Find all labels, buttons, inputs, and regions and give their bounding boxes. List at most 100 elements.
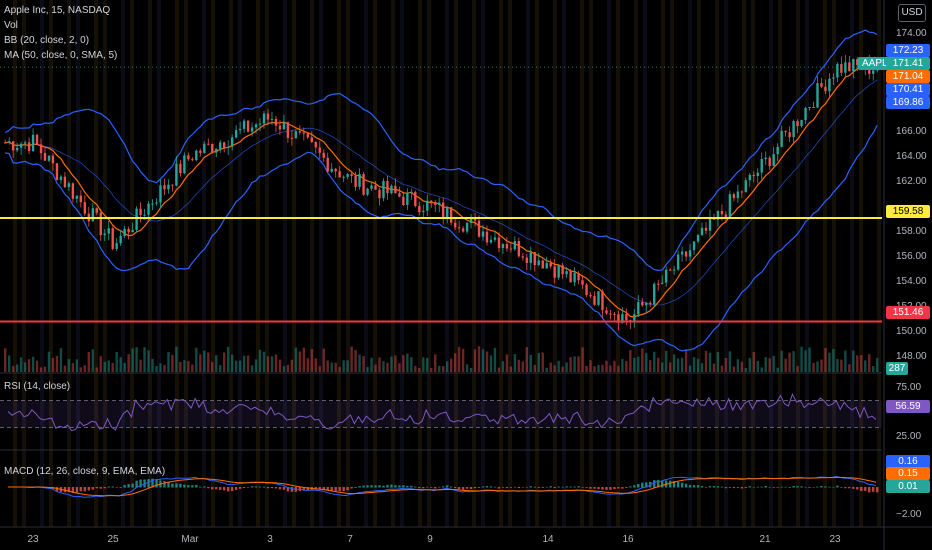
candle-body [322,152,325,158]
candle-body [453,222,457,228]
candle-body [242,120,246,129]
session-band [292,0,296,527]
candle-body [438,202,441,205]
volume-bar [804,350,807,372]
volume-bar [477,346,481,372]
candle-body [577,273,580,281]
macd-histogram-bar [426,486,429,488]
candle-body [262,113,266,124]
macd-histogram-bar [461,487,465,490]
volume-legend: Vol [4,20,18,31]
volume-tag: 287 [886,362,908,375]
candle-body [175,163,178,186]
session-band [13,0,17,527]
candle-body [569,271,572,283]
volume-bar [163,365,166,372]
macd-histogram-bar [91,487,94,490]
macd-histogram-bar [573,486,576,488]
candle-body [509,248,513,250]
macd-histogram-bar [195,484,198,488]
macd-histogram-bar [704,487,708,488]
volume-bar [756,360,759,372]
candle-body [672,269,676,271]
candle-body [481,231,485,237]
volume-bar [430,367,433,372]
macd-histogram-bar [334,487,337,492]
volume-bar [657,357,660,372]
candle-body [613,313,616,315]
volume-bar [752,352,755,372]
volume-bar [398,363,401,372]
candle-body [780,130,783,147]
candle-body [553,266,556,278]
candle-body [740,191,744,193]
macd-histogram-bar [597,487,600,490]
candle-body [601,291,604,311]
candle-body [708,217,712,231]
macd-histogram-bar [868,487,871,493]
macd-histogram-bar [215,487,218,490]
volume-bar [537,353,540,372]
candle-body [115,243,118,249]
session-band [697,0,701,527]
macd-histogram-bar [800,486,803,488]
macd-histogram-bar [203,486,206,488]
volume-bar [322,348,325,372]
volume-bar [67,359,71,372]
session-band [175,0,179,527]
volume-bar [370,357,373,372]
session-band [310,0,314,527]
macd-histogram-bar [676,481,680,488]
candle-body [808,107,811,109]
volume-bar [139,359,142,372]
macd-histogram-bar [366,485,369,488]
volume-bar [840,359,843,372]
candle-body [593,296,596,305]
candle-body [366,188,369,195]
candle-body [139,208,142,216]
volume-bar [262,351,266,372]
candle-body [410,191,413,193]
volume-bar [75,359,79,372]
volume-bar [155,366,158,372]
candle-body [661,282,664,284]
volume-bar [442,366,445,372]
candle-body [179,163,182,174]
macd-histogram-bar [760,486,763,488]
volume-bar [330,362,333,372]
candle-body [784,130,787,133]
volume-bar [868,354,871,372]
candle-body [7,141,11,143]
red-line-tag: 151.46 [886,306,930,319]
session-band [364,0,368,527]
macd-histogram-bar [501,487,505,488]
macd-histogram-bar [270,487,274,489]
candle-body [434,202,437,205]
volume-bar [649,360,652,372]
volume-bar [585,366,588,372]
candle-body [557,265,560,278]
volume-bar [700,363,704,372]
candle-body [430,200,433,203]
volume-bar [633,357,636,372]
macd-histogram-bar [183,484,186,488]
candle-body [215,148,218,153]
currency-button[interactable]: USD [898,4,926,22]
macd-tick: −2.00 [896,509,922,520]
bb-upper-tag: 172.23 [886,44,930,57]
volume-bar [123,362,126,372]
volume-bar [179,361,182,372]
macd-histogram-bar [346,487,349,491]
candle-body [469,218,473,223]
candle-body [426,200,429,211]
bb-mid-line [5,79,878,306]
candle-body [641,302,644,306]
volume-bar [589,360,592,372]
volume-bar [426,357,429,372]
macd-histogram-bar [804,486,807,488]
candle-body [394,185,397,194]
volume-bar [848,364,851,372]
volume-bar [852,350,855,372]
candle-body [521,256,525,258]
macd-histogram-bar [617,487,620,489]
